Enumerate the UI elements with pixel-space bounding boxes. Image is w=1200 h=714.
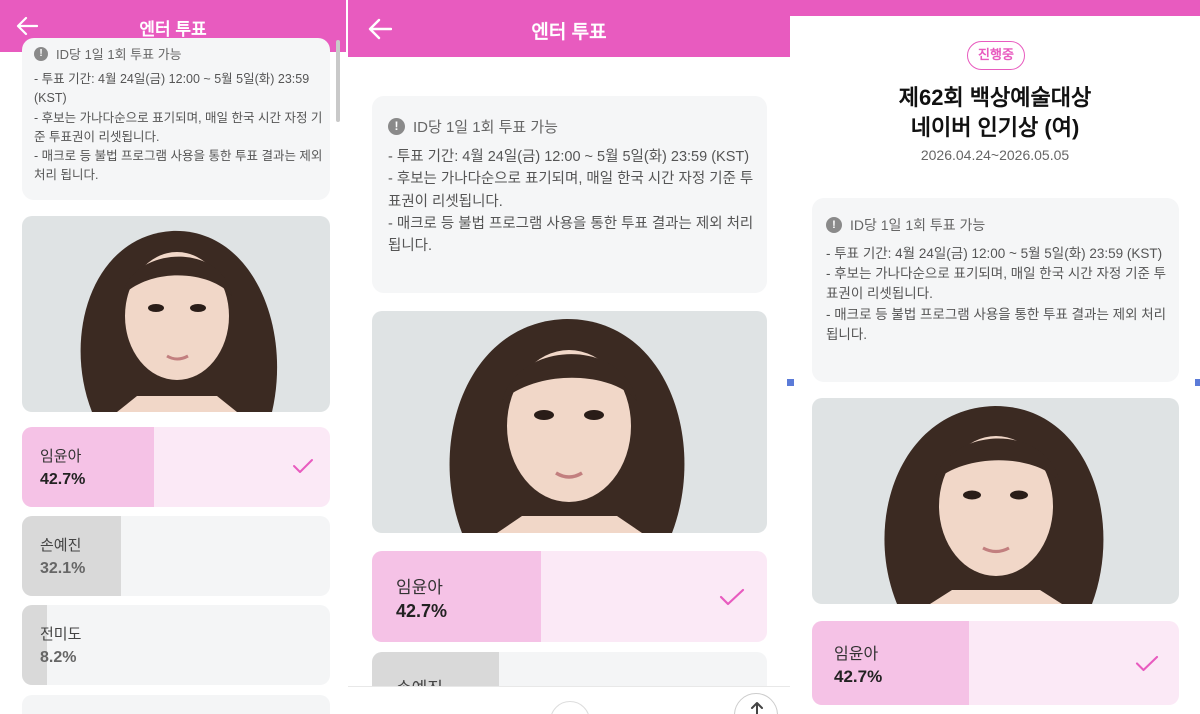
app-header: [790, 0, 1200, 16]
scrollbar[interactable]: [336, 40, 340, 122]
vote-bar: [22, 516, 121, 596]
candidate-percent: 8.2%: [40, 649, 77, 666]
candidate-percent: 32.1%: [40, 560, 86, 577]
check-icon: [719, 588, 745, 606]
candidate-name: 임윤아: [40, 448, 82, 465]
notice-line: - 매크로 등 불법 프로그램 사용을 통한 투표 결과는 제외 처리 됩니다.: [388, 215, 754, 255]
vote-bar: [22, 605, 48, 685]
status-badge: 진행중: [967, 41, 1025, 70]
notice-line: - 후보는 가나다순으로 표기되며, 매일 한국 시간 자정 기준 투표권이 리…: [388, 171, 754, 210]
share-button[interactable]: [734, 693, 778, 714]
candidate-photo: [812, 398, 1179, 604]
exclamation-icon: !: [388, 118, 405, 135]
candidate-photo: [372, 311, 767, 533]
share-icon: [751, 702, 763, 714]
candidate-option[interactable]: 전미도 8.2%: [22, 605, 330, 685]
bottom-bar: [348, 686, 790, 714]
notice-lines: - 투표 기간: 4월 24일(금) 12:00 ~ 5월 5일(화) 23:5…: [826, 244, 1171, 345]
vote-title-line2: 네이버 인기상 (여): [910, 115, 1080, 140]
page-title: 엔터 투표: [531, 22, 607, 43]
candidate-name: 임윤아: [834, 646, 879, 663]
vote-title-line1: 제62회 백상예술대상: [898, 85, 1092, 110]
selection-handle: [1195, 379, 1200, 386]
candidate-option[interactable]: 임윤아 42.7%: [812, 621, 1179, 705]
notice-head: ID당 1일 1회 투표 가능: [56, 47, 182, 62]
notice-box: ! ID당 1일 1회 투표 가능 - 투표 기간: 4월 24일(금) 12:…: [22, 38, 330, 200]
notice-head: ID당 1일 1회 투표 가능: [413, 119, 558, 136]
candidate-name: 손예진: [40, 537, 82, 554]
candidate-option[interactable]: 임윤아 42.7%: [372, 551, 767, 642]
candidate-percent: 42.7%: [40, 471, 86, 488]
notice-box: ! ID당 1일 1회 투표 가능 - 투표 기간: 4월 24일(금) 12:…: [372, 96, 767, 293]
candidate-percent: 42.7%: [396, 601, 448, 621]
check-icon: [1135, 655, 1159, 672]
notice-line: - 매크로 등 불법 프로그램 사용을 통한 투표 결과는 제외 처리 됩니다.: [826, 306, 1167, 342]
notice-line: - 투표 기간: 4월 24일(금) 12:00 ~ 5월 5일(화) 23:5…: [34, 72, 310, 106]
page-title: 엔터 투표: [139, 20, 207, 39]
vote-bar: [22, 427, 154, 507]
candidate-option[interactable]: 손예진 32.1%: [22, 516, 330, 596]
vote-dates: 2026.04.24~2026.05.05: [920, 147, 1070, 163]
screen-panel-3: 진행중 제62회 백상예술대상 네이버 인기상 (여) 2026.04.24~2…: [790, 0, 1200, 714]
screen-panel-1: 엔터 투표 ! ID당 1일 1회 투표 가능 - 투표 기간: 4월 24일(…: [0, 0, 346, 714]
notice-line: - 후보는 가나다순으로 표기되며, 매일 한국 시간 자정 기준 투표권이 리…: [34, 110, 323, 144]
notice-lines: - 투표 기간: 4월 24일(금) 12:00 ~ 5월 5일(화) 23:5…: [388, 146, 758, 257]
check-icon: [293, 459, 313, 473]
selection-handle: [787, 379, 794, 386]
notice-line: - 후보는 가나다순으로 표기되며, 매일 한국 시간 자정 기준 투표권이 리…: [826, 266, 1167, 302]
app-header: 엔터 투표: [348, 0, 790, 57]
candidate-photo: [22, 216, 330, 412]
notice-line: - 투표 기간: 4월 24일(금) 12:00 ~ 5월 5일(화) 23:5…: [826, 246, 1163, 261]
candidate-name: 임윤아: [396, 578, 443, 597]
candidate-option[interactable]: 임윤아 42.7%: [22, 427, 330, 507]
notice-head: ID당 1일 1회 투표 가능: [850, 217, 986, 233]
notice-lines: - 투표 기간: 4월 24일(금) 12:00 ~ 5월 5일(화) 23:5…: [34, 70, 324, 186]
screen-panel-2: 엔터 투표 ! ID당 1일 1회 투표 가능 - 투표 기간: 4월 24일(…: [348, 0, 790, 714]
notice-line: - 매크로 등 불법 프로그램 사용을 통한 투표 결과는 제외 처리 됩니다.: [34, 149, 323, 183]
notice-box: ! ID당 1일 1회 투표 가능 - 투표 기간: 4월 24일(금) 12:…: [812, 198, 1179, 382]
candidate-percent: 42.7%: [834, 667, 883, 686]
candidate-option[interactable]: [22, 695, 330, 714]
exclamation-icon: !: [34, 46, 48, 61]
action-circle[interactable]: [550, 701, 590, 714]
candidate-name: 전미도: [40, 626, 82, 643]
exclamation-icon: !: [826, 217, 842, 233]
notice-line: - 투표 기간: 4월 24일(금) 12:00 ~ 5월 5일(화) 23:5…: [388, 149, 750, 165]
